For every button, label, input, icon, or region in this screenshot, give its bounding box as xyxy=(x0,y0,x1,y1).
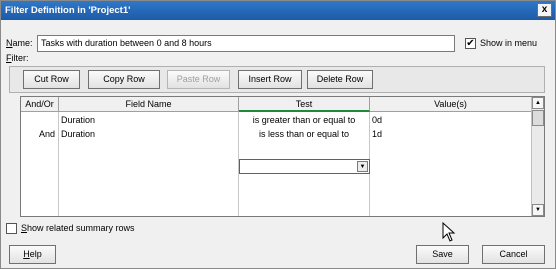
title-bar: Filter Definition in 'Project1' x xyxy=(1,1,555,20)
column-header-andor: And/Or xyxy=(21,97,59,112)
column-header-field-name: Field Name xyxy=(59,97,239,112)
help-button[interactable]: Help xyxy=(9,245,56,264)
row-action-toolbar: Cut Row Copy Row Paste Row Insert Row De… xyxy=(9,66,545,93)
show-summary-rows-label: Show related summary rows xyxy=(21,223,135,233)
show-summary-rows-checkbox[interactable] xyxy=(6,223,17,234)
column-header-test: Test xyxy=(239,97,370,112)
grid-vertical-scrollbar[interactable]: ▲ ▼ xyxy=(531,97,544,216)
filter-label: Filter: xyxy=(6,53,29,63)
test-dropdown-cell[interactable]: ▼ xyxy=(239,159,370,174)
close-button[interactable]: x xyxy=(537,3,552,17)
filter-label-rest: ilter: xyxy=(11,53,29,63)
row-2-field-name[interactable]: Duration xyxy=(61,128,237,141)
delete-row-button[interactable]: Delete Row xyxy=(307,70,373,89)
dropdown-arrow-icon[interactable]: ▼ xyxy=(357,161,368,172)
row-2-value[interactable]: 1d xyxy=(372,128,522,141)
column-divider xyxy=(58,112,59,216)
scroll-down-icon[interactable]: ▼ xyxy=(532,204,544,216)
name-label-rest: ame: xyxy=(12,38,33,48)
filter-criteria-grid[interactable]: And/Or Field Name Test Value(s) Duration… xyxy=(20,96,545,217)
save-button[interactable]: Save xyxy=(416,245,469,264)
name-label: Name: xyxy=(6,38,33,48)
column-header-values: Value(s) xyxy=(370,97,532,112)
scrollbar-thumb[interactable] xyxy=(532,110,544,126)
row-1-andor[interactable] xyxy=(21,114,57,127)
row-2-andor[interactable]: And xyxy=(21,128,57,141)
show-in-menu-checkbox[interactable]: ✔ xyxy=(465,38,476,49)
show-in-menu-label: Show in menu xyxy=(480,38,538,48)
show-summary-rest: how related summary rows xyxy=(27,223,135,233)
help-rest: elp xyxy=(29,249,42,259)
window-title: Filter Definition in 'Project1' xyxy=(5,5,131,16)
row-1-test[interactable]: is greater than or equal to xyxy=(239,114,369,127)
filter-name-input[interactable]: Tasks with duration between 0 and 8 hour… xyxy=(37,35,455,52)
insert-row-button[interactable]: Insert Row xyxy=(238,70,302,89)
copy-row-button[interactable]: Copy Row xyxy=(88,70,160,89)
cut-row-button[interactable]: Cut Row xyxy=(23,70,80,89)
row-1-field-name[interactable]: Duration xyxy=(61,114,237,127)
paste-row-button[interactable]: Paste Row xyxy=(167,70,230,89)
cancel-button[interactable]: Cancel xyxy=(482,245,545,264)
mouse-pointer-icon xyxy=(442,222,456,242)
row-2-test[interactable]: is less than or equal to xyxy=(239,128,369,141)
scroll-up-icon[interactable]: ▲ xyxy=(532,97,544,109)
filter-definition-dialog: Filter Definition in 'Project1' x Name: … xyxy=(0,0,556,269)
row-1-value[interactable]: 0d xyxy=(372,114,522,127)
